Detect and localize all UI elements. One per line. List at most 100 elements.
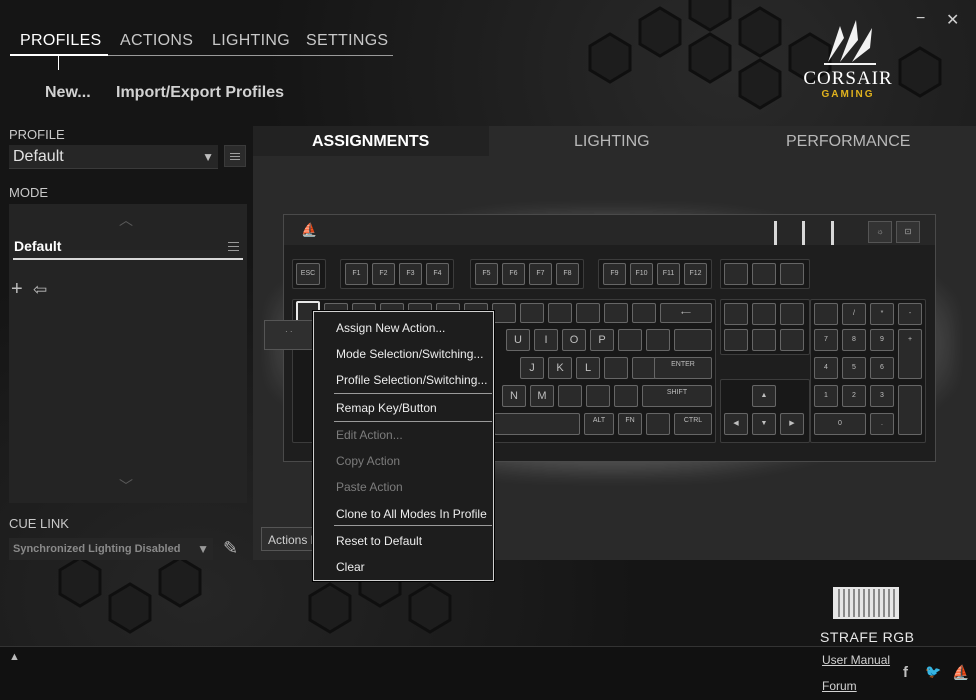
tab-lighting-panel[interactable]: LIGHTING [574,133,650,151]
key-0[interactable] [576,303,600,323]
key-num-4[interactable]: 4 [814,357,838,379]
key-i[interactable]: I [534,329,558,351]
key-n[interactable]: N [502,385,526,407]
key-alt[interactable]: ALT [584,413,614,435]
mode-item-default[interactable]: Default [13,234,243,260]
key-f12[interactable]: F12 [684,263,707,285]
key-m[interactable]: M [530,385,554,407]
key-f7[interactable]: F7 [529,263,552,285]
key-numlock[interactable] [814,303,838,325]
key-pagedown[interactable] [780,329,804,351]
key-menu[interactable] [646,413,670,435]
key-num-5[interactable]: 5 [842,357,866,379]
twitter-icon[interactable]: 🐦 [925,664,941,680]
key-f1[interactable]: F1 [345,263,368,285]
key-f8[interactable]: F8 [556,263,579,285]
key-f2[interactable]: F2 [372,263,395,285]
menu-item-mode-selection[interactable]: Mode Selection/Switching... [336,347,483,361]
key-slash[interactable] [614,385,638,407]
menu-item-remap-key[interactable]: Remap Key/Button [336,401,437,415]
key-lbracket[interactable] [618,329,642,351]
add-mode-icon[interactable]: + [11,278,23,301]
brightness-key[interactable]: ☼ [868,221,892,243]
key-home[interactable] [752,303,776,325]
key-u[interactable]: U [506,329,530,351]
key-num-minus[interactable]: - [898,303,922,325]
profile-dropdown[interactable]: Default ▼ [9,145,218,169]
chevron-down-icon[interactable]: ﹀ [119,476,133,496]
key-f11[interactable]: F11 [657,263,680,285]
key-right-shift[interactable]: SHIFT [642,385,712,407]
key-f3[interactable]: F3 [399,263,422,285]
key-enter[interactable]: ENTER [654,357,712,379]
key-quote[interactable] [632,357,656,379]
key-f6[interactable]: F6 [502,263,525,285]
forum-link[interactable]: Forum [822,679,857,693]
key-backslash[interactable] [674,329,712,351]
tab-settings[interactable]: SETTINGS [306,32,388,50]
key-k[interactable]: K [548,357,572,379]
menu-item-profile-selection[interactable]: Profile Selection/Switching... [336,373,487,387]
key-num-6[interactable]: 6 [870,357,894,379]
key-f9[interactable]: F9 [603,263,626,285]
key-num-enter[interactable] [898,385,922,435]
key-num-1[interactable]: 1 [814,385,838,407]
new-profile-link[interactable]: New... [45,84,91,102]
import-mode-icon[interactable]: ⇦ [33,280,47,300]
menu-item-clear[interactable]: Clear [336,560,365,574]
key-arrow-right[interactable]: ▶ [780,413,804,435]
key-pageup[interactable] [780,303,804,325]
key-fn[interactable]: FN [618,413,642,435]
menu-item-copy-action[interactable]: Copy Action [336,454,400,468]
lock-key[interactable]: ⊡ [896,221,920,243]
key-p[interactable]: P [590,329,614,351]
minimize-icon[interactable]: − [916,10,925,28]
key-j[interactable]: J [520,357,544,379]
key-num-plus[interactable]: + [898,329,922,379]
menu-item-reset-to-default[interactable]: Reset to Default [336,534,422,548]
import-export-link[interactable]: Import/Export Profiles [116,84,284,102]
key-esc[interactable]: ESC [296,263,320,285]
key-num-multiply[interactable]: * [870,303,894,325]
key-f5[interactable]: F5 [475,263,498,285]
key-pause[interactable] [780,263,804,285]
key-period[interactable] [586,385,610,407]
key-minus[interactable] [604,303,628,323]
key-printscreen[interactable] [724,263,748,285]
actions-list-button[interactable]: Actions List [261,527,319,551]
key-semicolon[interactable] [604,357,628,379]
key-o[interactable]: O [562,329,586,351]
expand-up-icon[interactable]: ▲ [9,651,20,663]
key-9[interactable] [548,303,572,323]
key-l[interactable]: L [576,357,600,379]
key-f4[interactable]: F4 [426,263,449,285]
key-7[interactable] [492,303,516,323]
key-num-9[interactable]: 9 [870,329,894,351]
key-arrow-up[interactable]: ▲ [752,385,776,407]
profile-menu-button[interactable] [224,145,246,167]
tab-performance[interactable]: PERFORMANCE [786,133,910,151]
key-num-2[interactable]: 2 [842,385,866,407]
key-end[interactable] [752,329,776,351]
key-backspace[interactable]: ⟵ [660,303,712,323]
key-num-0[interactable]: 0 [814,413,866,435]
key-num-decimal[interactable]: . [870,413,894,435]
key-insert[interactable] [724,303,748,325]
menu-item-paste-action[interactable]: Paste Action [336,480,403,494]
menu-item-clone-to-all-modes[interactable]: Clone to All Modes In Profile [336,507,487,521]
mode-menu-icon[interactable] [228,242,239,251]
key-f10[interactable]: F10 [630,263,653,285]
menu-item-assign-new-action[interactable]: Assign New Action... [336,321,445,335]
key-comma[interactable] [558,385,582,407]
key-8[interactable] [520,303,544,323]
key-rbracket[interactable] [646,329,670,351]
chevron-up-icon[interactable]: ︿ [119,210,133,230]
key-num-divide[interactable]: / [842,303,866,325]
user-manual-link[interactable]: User Manual [822,653,890,667]
key-num-3[interactable]: 3 [870,385,894,407]
tab-actions[interactable]: ACTIONS [120,32,193,50]
tab-profiles[interactable]: PROFILES [20,32,102,50]
tab-lighting[interactable]: LIGHTING [212,32,290,50]
key-num-8[interactable]: 8 [842,329,866,351]
key-equals[interactable] [632,303,656,323]
